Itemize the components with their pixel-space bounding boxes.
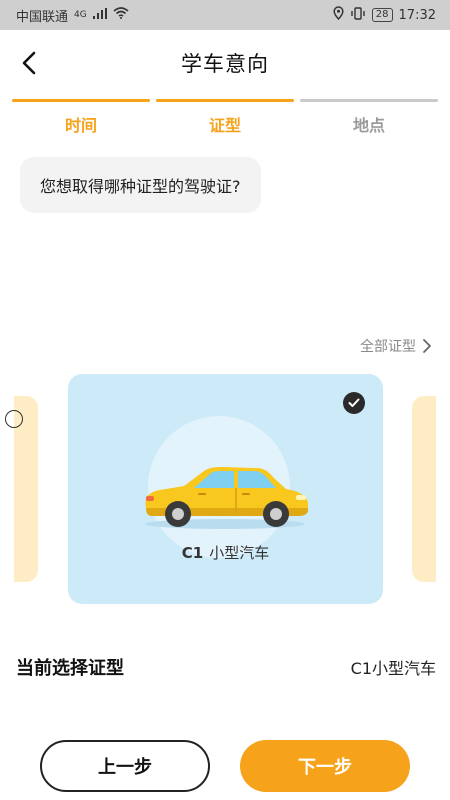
step-bar (300, 99, 438, 102)
step-label: 时间 (64, 116, 97, 135)
wifi-icon (113, 7, 129, 23)
step-label: 地点 (352, 116, 385, 135)
unchecked-circle-icon (5, 410, 23, 428)
chevron-left-icon (22, 51, 36, 75)
license-code: C1 (181, 544, 204, 562)
step-license-type[interactable]: 证型 (156, 99, 294, 135)
status-bar: 中国联通 4G 28 17:32 (0, 0, 450, 30)
next-step-button[interactable]: 下一步 (240, 740, 410, 792)
step-location[interactable]: 地点 (300, 99, 438, 135)
header: 学车意向 (0, 30, 450, 96)
previous-step-button[interactable]: 上一步 (40, 740, 210, 792)
network-label: 4G (74, 10, 87, 20)
step-bar (12, 99, 150, 102)
step-label: 证型 (208, 116, 241, 135)
license-card-label: C1 小型汽车 (68, 542, 383, 563)
license-name: 小型汽车 (209, 544, 270, 562)
yellow-car-icon (138, 462, 312, 536)
vibrate-icon (350, 6, 366, 24)
prev-license-card[interactable] (5, 396, 38, 582)
page-title: 学车意向 (181, 52, 269, 76)
all-licenses-link[interactable]: 全部证型 (360, 336, 432, 356)
question-bubble: 您想取得哪种证型的驾驶证? (20, 157, 261, 213)
current-selection-value: C1小型汽车 (350, 659, 436, 678)
signal-icon (92, 7, 107, 23)
battery-icon: 28 (371, 8, 393, 22)
step-time[interactable]: 时间 (12, 99, 150, 135)
status-right: 28 17:32 (333, 6, 436, 24)
carrier-label: 中国联通 (16, 9, 69, 25)
status-left: 中国联通 4G (16, 6, 129, 25)
checkmark-icon (343, 392, 365, 414)
step-progress: 时间 证型 地点 (12, 99, 438, 135)
back-button[interactable] (14, 48, 44, 78)
chevron-right-icon (423, 339, 431, 353)
next-license-card[interactable] (412, 396, 436, 582)
current-selection-title: 当前选择证型 (16, 658, 124, 679)
location-icon (333, 6, 344, 24)
step-bar (156, 99, 294, 102)
all-licenses-label: 全部证型 (360, 339, 416, 355)
current-selection-row: 当前选择证型 C1小型汽车 (16, 654, 436, 680)
clock: 17:32 (398, 7, 436, 23)
license-card-selected[interactable]: C1 小型汽车 (68, 374, 383, 604)
